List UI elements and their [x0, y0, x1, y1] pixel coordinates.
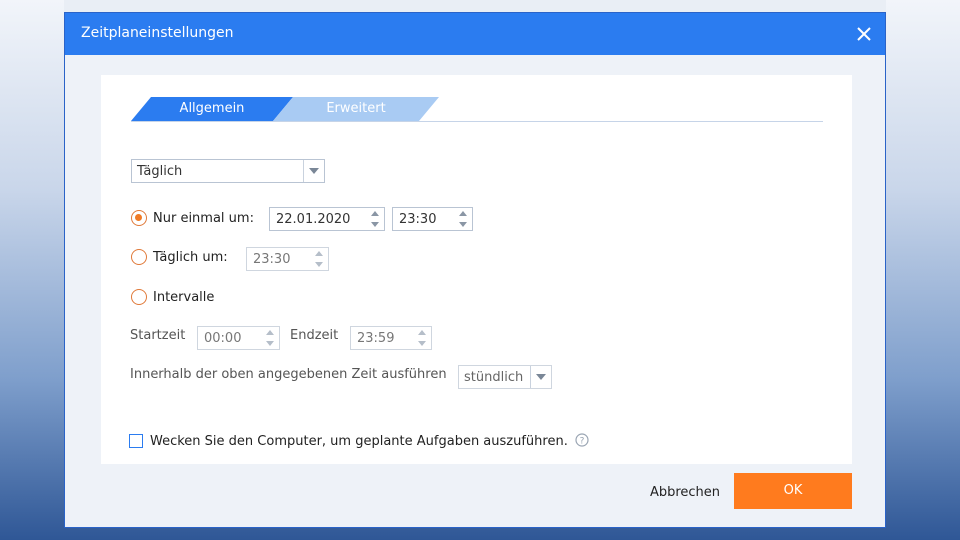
cancel-button[interactable]: Abbrechen [639, 481, 731, 505]
tab-label: Allgemein [179, 101, 245, 116]
run-within-label: Innerhalb der oben angegebenen Zeit ausf… [130, 367, 447, 382]
once-time-value: 23:30 [399, 212, 437, 227]
ok-button[interactable]: OK [734, 473, 852, 509]
once-date-value: 22.01.2020 [276, 212, 351, 227]
dialog-title: Zeitplaneinstellungen [81, 25, 234, 41]
end-time-label: Endzeit [290, 328, 339, 343]
spin-down-icon[interactable] [457, 219, 469, 229]
tab-label: Erweitert [326, 101, 386, 116]
spin-down-icon[interactable] [264, 338, 276, 348]
interval-option: Intervalle [131, 287, 241, 307]
once-label: Nur einmal um: [153, 211, 254, 226]
time-spinner [261, 327, 279, 349]
once-radio[interactable] [131, 210, 147, 226]
daily-time-input[interactable]: 23:30 [246, 247, 329, 271]
once-option: Nur einmal um: [131, 208, 261, 228]
chevron-down-icon [536, 374, 546, 380]
end-time-input[interactable]: 23:59 [350, 326, 432, 350]
daily-radio[interactable] [131, 249, 147, 265]
date-spinner [366, 208, 384, 230]
daily-time-value: 23:30 [253, 252, 291, 267]
chevron-down-icon [309, 168, 319, 174]
interval-frequency-select[interactable]: stündlich [458, 365, 552, 389]
frequency-select[interactable]: Täglich [131, 159, 325, 183]
interval-radio[interactable] [131, 289, 147, 305]
spin-up-icon[interactable] [457, 209, 469, 219]
end-time-value: 23:59 [357, 331, 395, 346]
spin-up-icon[interactable] [416, 328, 428, 338]
spin-down-icon[interactable] [313, 259, 325, 269]
daily-label: Täglich um: [153, 250, 228, 265]
interval-label: Intervalle [153, 290, 215, 305]
frequency-value: Täglich [137, 164, 183, 179]
once-date-input[interactable]: 22.01.2020 [269, 207, 385, 231]
help-icon[interactable]: ? [575, 433, 589, 447]
time-spinner [310, 248, 328, 270]
close-icon [857, 27, 871, 41]
dropdown-arrow [530, 366, 551, 388]
tab-allgemein[interactable]: Allgemein [131, 97, 293, 121]
spin-up-icon[interactable] [313, 249, 325, 259]
start-time-label: Startzeit [130, 328, 186, 343]
daily-option: Täglich um: [131, 247, 241, 267]
dialog-titlebar: Zeitplaneinstellungen [65, 13, 885, 55]
start-time-input[interactable]: 00:00 [197, 326, 280, 350]
svg-text:?: ? [580, 437, 585, 447]
tab-bar: Allgemein Erweitert [131, 97, 823, 123]
once-time-input[interactable]: 23:30 [392, 207, 473, 231]
wake-computer-label: Wecken Sie den Computer, um geplante Auf… [150, 434, 568, 449]
start-time-value: 00:00 [204, 331, 242, 346]
interval-frequency-value: stündlich [464, 370, 524, 385]
spin-up-icon[interactable] [264, 328, 276, 338]
spin-down-icon[interactable] [369, 219, 381, 229]
schedule-settings-dialog: Zeitplaneinstellungen Allgemein Erweiter… [64, 12, 886, 528]
spin-up-icon[interactable] [369, 209, 381, 219]
tab-erweitert[interactable]: Erweitert [273, 97, 439, 121]
wake-computer-checkbox[interactable] [129, 434, 143, 448]
time-spinner [413, 327, 431, 349]
wake-computer-option: Wecken Sie den Computer, um geplante Auf… [129, 433, 599, 451]
tab-underline [131, 121, 823, 122]
time-spinner [454, 208, 472, 230]
spin-down-icon[interactable] [416, 338, 428, 348]
close-button[interactable] [853, 23, 875, 45]
settings-panel: Allgemein Erweitert Täglich Nur einmal u… [101, 75, 852, 464]
dropdown-arrow [303, 160, 324, 182]
